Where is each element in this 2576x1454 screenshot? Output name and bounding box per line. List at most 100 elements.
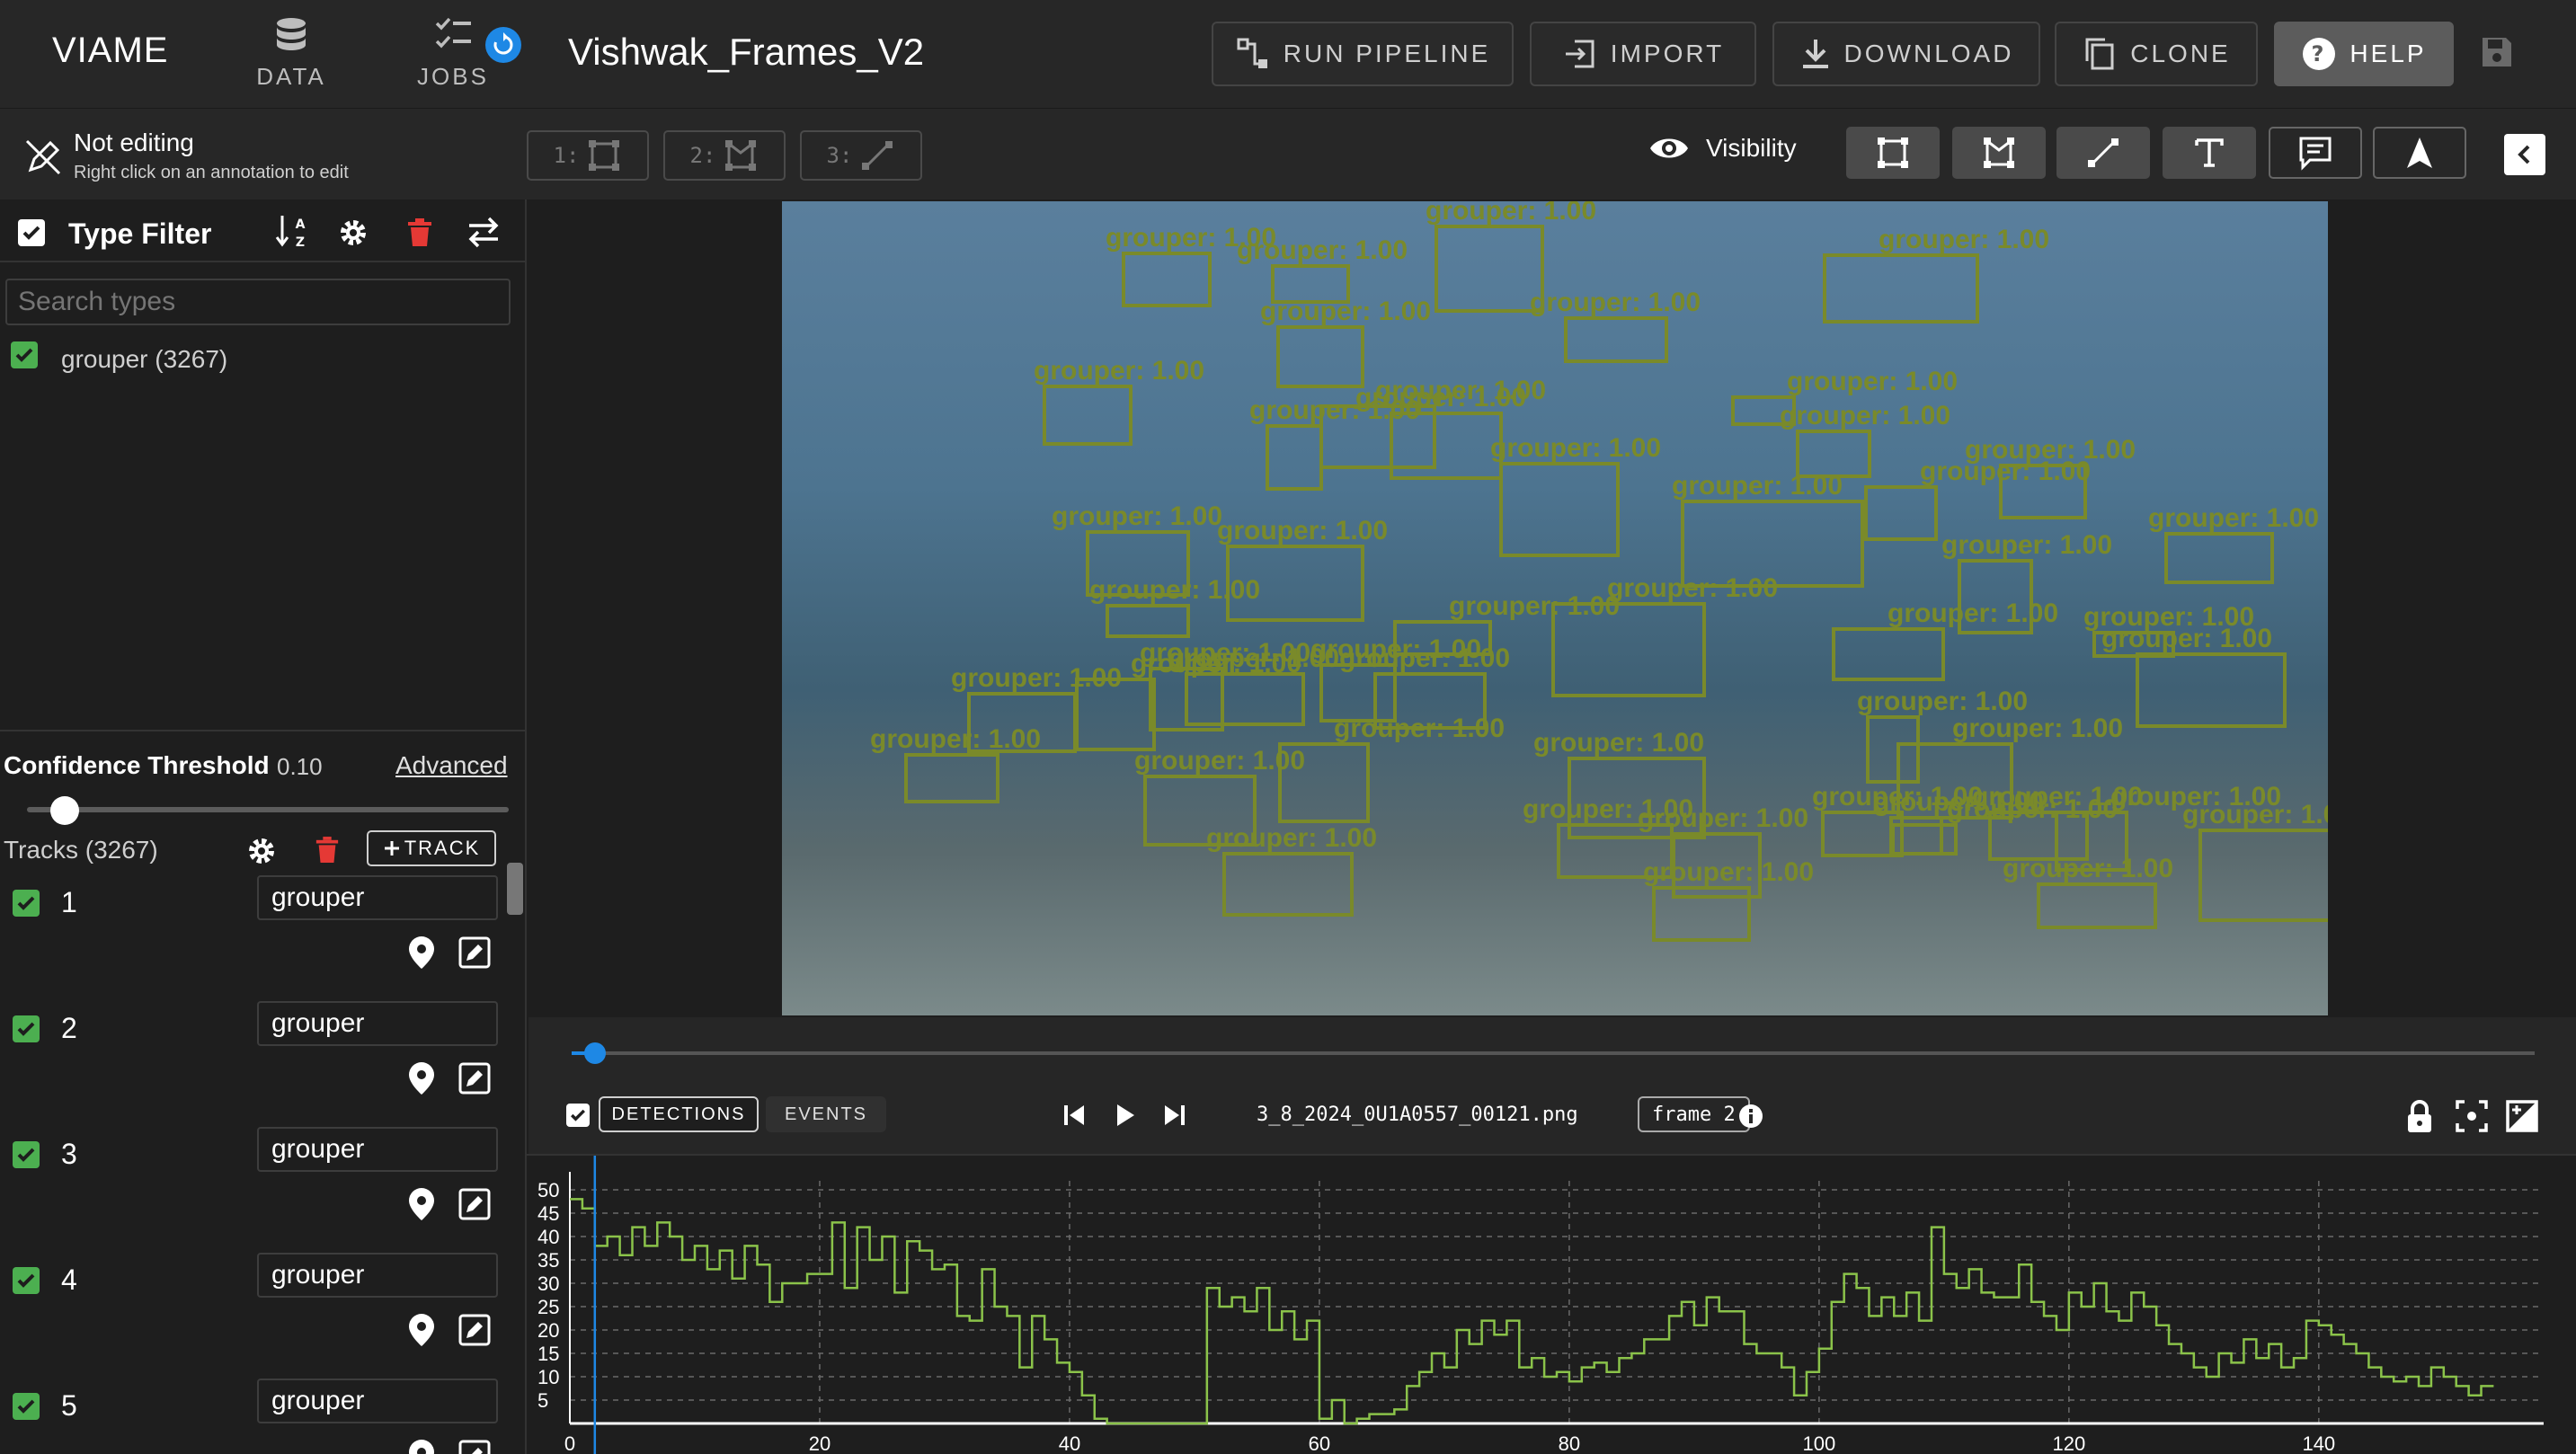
skip-previous-icon[interactable] [1061,1102,1088,1129]
delete-icon[interactable] [315,836,340,864]
detection-label: grouper: 1.00 [1260,297,1431,326]
detection-box[interactable]: grouper: 1.00 [2101,624,2287,728]
timeline-toggle-checkbox[interactable] [566,1104,590,1127]
chart-canvas[interactable]: 51015202530354045500 20 40 60 80 100 120 140 [527,1156,2576,1454]
frame-slider-track[interactable] [572,1051,2535,1055]
edit-icon[interactable] [458,936,491,969]
track-type-input[interactable] [257,1001,498,1046]
detection-box[interactable]: grouper: 1.00 [2003,854,2173,929]
edit-icon[interactable] [458,1440,491,1454]
detection-label: grouper: 1.00 [1643,857,1814,887]
track-row[interactable]: 2 [0,1001,525,1127]
detection-box[interactable]: grouper: 1.00 [1278,714,1505,823]
events-tab[interactable]: EVENTS [766,1096,886,1132]
visibility-control[interactable]: Visibility [1648,134,1797,163]
detection-label: grouper: 1.00 [1952,714,2123,743]
x-tick-label: 120 [2052,1432,2085,1454]
detection-count-chart[interactable]: 5 10 15 20 25 30 35 40 45 50 0 20 40 60 80 100 120 140 [527,1154,2576,1454]
annotation-viewer[interactable]: grouper: 1.00 grouper: 1.00 grouper: 1.00 g… [529,199,2576,1017]
track-type-input[interactable] [257,875,498,920]
fit-to-screen-icon[interactable] [2454,1098,2490,1134]
download-button[interactable]: DOWNLOAD [1772,22,2040,86]
type-search-input[interactable] [5,279,511,325]
info-icon[interactable] [1738,1104,1763,1129]
track-type-input[interactable] [257,1253,498,1298]
track-checkbox[interactable] [13,1141,40,1168]
detection-box[interactable]: grouper: 1.00 [1530,288,1701,363]
save-icon[interactable] [2479,34,2515,70]
add-track-button[interactable]: TRACK [367,830,496,866]
confidence-slider-track[interactable] [27,807,509,812]
edit-mode-rectangle-button[interactable]: 1: [527,130,649,181]
toggle-tooltip-button[interactable] [2269,127,2362,179]
nav-data-tab[interactable]: DATA [219,13,363,99]
detection-box[interactable]: grouper: 1.00 [1823,225,2049,324]
swap-icon[interactable] [466,216,502,248]
track-row[interactable]: 3 [0,1127,525,1253]
skip-next-icon[interactable] [1161,1102,1188,1129]
track-checkbox[interactable] [13,890,40,917]
app-brand[interactable]: VIAME [52,31,168,71]
detection-box[interactable]: grouper: 1.00 [1864,457,2091,541]
toggle-lines-button[interactable] [2056,127,2150,179]
image-adjust-icon[interactable] [2504,1098,2540,1134]
import-button[interactable]: IMPORT [1530,22,1756,86]
run-pipeline-button[interactable]: RUN PIPELINE [1212,22,1514,86]
sort-icon[interactable]: A Z [275,214,311,250]
detection-box[interactable]: grouper: 1.00 [870,724,1041,803]
type-filter-select-all-checkbox[interactable] [18,219,45,246]
frame-slider-thumb[interactable] [584,1042,606,1064]
detection-overlay[interactable]: grouper: 1.00grouper: 1.00grouper: 1.00g… [782,201,2328,1015]
confidence-slider-thumb[interactable] [50,796,79,825]
track-type-input[interactable] [257,1379,498,1423]
detection-box[interactable]: grouper: 1.00 [1034,356,1204,446]
track-checkbox[interactable] [13,1015,40,1042]
map-marker-icon[interactable] [406,1060,437,1096]
collapse-sidebar-button[interactable] [2504,134,2545,175]
track-row[interactable]: 5 [0,1379,525,1454]
delete-icon[interactable] [406,217,433,248]
detection-box[interactable]: grouper: 1.00 [2148,503,2319,584]
detection-box[interactable]: grouper: 1.00 [1672,471,1864,588]
help-button[interactable]: ? HELP [2274,22,2454,86]
detection-box[interactable]: grouper: 1.00 [1490,433,1661,557]
detection-box[interactable]: grouper: 1.00 [1206,823,1377,917]
edit-icon[interactable] [458,1188,491,1220]
clone-button[interactable]: CLONE [2055,22,2258,86]
play-icon[interactable] [1111,1102,1138,1129]
y-tick-label: 15 [537,1343,559,1365]
plus-icon [384,841,399,856]
detection-box[interactable]: grouper: 1.00 [2182,800,2328,922]
type-checkbox[interactable] [11,341,38,368]
track-checkbox[interactable] [13,1267,40,1294]
edit-icon[interactable] [458,1314,491,1346]
toggle-polygons-button[interactable] [1952,127,2046,179]
toggle-rectangles-button[interactable] [1846,127,1940,179]
map-marker-icon[interactable] [406,1186,437,1222]
frame-number-chip[interactable]: frame 2 [1638,1096,1750,1132]
detection-box[interactable]: grouper: 1.00 [1260,297,1431,388]
toggle-text-button[interactable] [2163,127,2256,179]
advanced-link[interactable]: Advanced [395,751,508,780]
track-type-input[interactable] [257,1127,498,1172]
map-marker-icon[interactable] [406,935,437,971]
gear-icon[interactable] [338,217,369,248]
toggle-heading-button[interactable] [2373,127,2466,179]
track-row[interactable]: 1 [0,875,525,1001]
map-marker-icon[interactable] [406,1312,437,1348]
edit-icon[interactable] [458,1062,491,1095]
map-marker-icon[interactable] [406,1438,437,1454]
detections-tab[interactable]: DETECTIONS [599,1096,759,1132]
x-tick-label: 60 [1309,1432,1330,1454]
video-frame[interactable]: grouper: 1.00 grouper: 1.00 grouper: 1.00 g… [782,201,2328,1015]
y-tick-label: 45 [537,1202,559,1225]
gear-icon[interactable] [246,836,277,866]
lock-icon[interactable] [2403,1098,2436,1134]
track-checkbox[interactable] [13,1393,40,1420]
detection-box[interactable]: grouper: 1.00 [1237,235,1408,304]
detection-box[interactable]: grouper: 1.00 [1832,598,2058,681]
detection-box[interactable]: grouper: 1.00 [1089,575,1260,638]
edit-mode-polygon-button[interactable]: 2: [663,130,786,181]
edit-mode-line-button[interactable]: 3: [800,130,922,181]
track-row[interactable]: 4 [0,1253,525,1379]
